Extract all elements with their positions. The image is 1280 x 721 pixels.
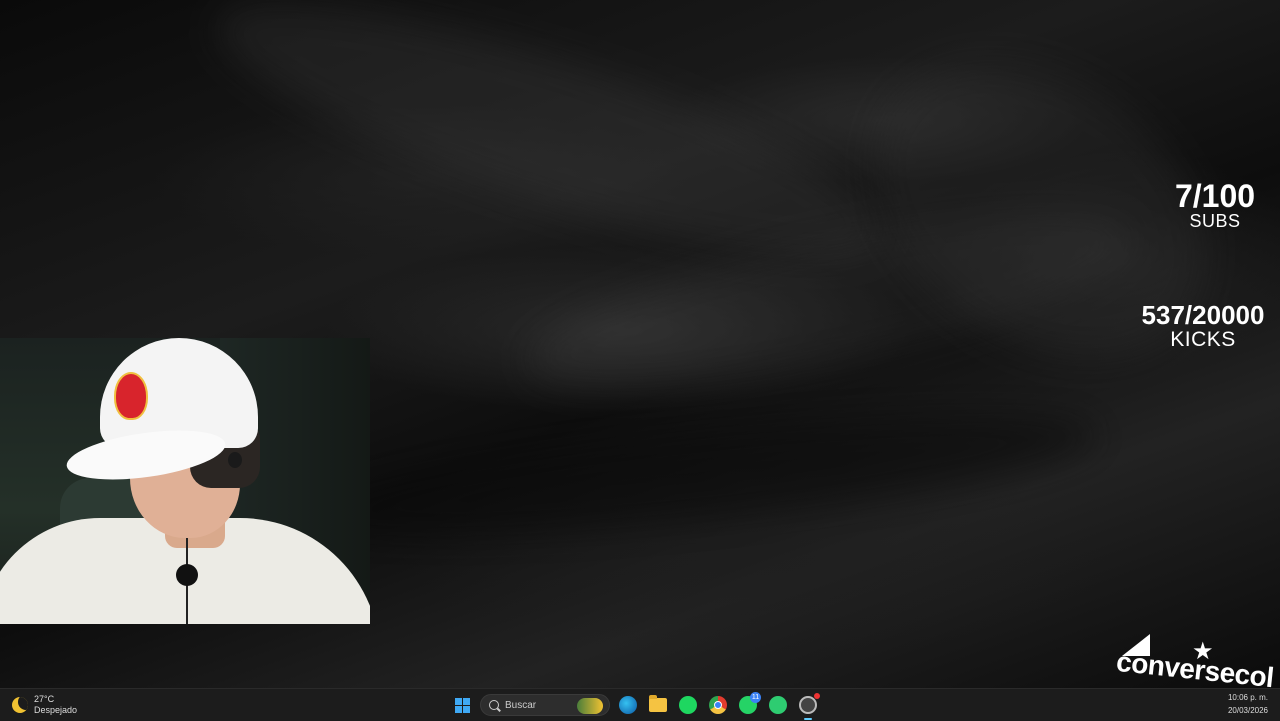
recording-dot-icon [814,693,820,699]
windows-icon [454,697,470,713]
search-input[interactable]: Buscar [480,694,610,716]
brand-text: conversecol [1114,645,1276,694]
obs-icon [799,693,820,714]
app-icon [769,696,787,714]
kicks-label: KICKS [1170,328,1236,351]
clock-time: 10:06 p. m. [1227,693,1268,702]
file-explorer-icon [649,695,667,712]
taskbar-chrome[interactable] [706,693,730,717]
search-highlight-icon [577,698,603,714]
kicks-counter: 537/20000 KICKS [1138,302,1268,351]
taskbar-edge[interactable] [616,693,640,717]
subs-counter: 7/100 SUBS [1160,180,1270,232]
taskbar: 27°C Despejado Buscar 11 10:06 p. m. 20/… [0,688,1280,721]
taskbar-whatsapp[interactable]: 11 [736,692,761,717]
notification-badge: 11 [750,692,761,703]
weather-temp: 27°C [34,694,55,704]
weather-widget[interactable]: 27°C Despejado [12,693,77,717]
system-clock[interactable]: 10:06 p. m. 20/03/2026 [1228,691,1268,717]
chrome-icon [709,696,727,714]
search-placeholder: Buscar [505,699,537,711]
webcam-overlay [0,338,370,624]
taskbar-spotify[interactable] [676,693,700,717]
whatsapp-icon: 11 [739,692,761,714]
clock-date: 20/03/2026 [1227,706,1268,715]
moon-icon [12,697,28,713]
weather-condition: Despejado [34,705,78,715]
taskbar-file-explorer[interactable] [646,693,670,717]
start-button[interactable] [450,693,474,717]
kicks-count: 537/20000 [1141,300,1265,330]
search-icon [489,700,499,710]
edge-icon [619,696,637,714]
taskbar-obs[interactable] [796,693,820,720]
spotify-icon [679,696,697,714]
taskbar-app[interactable] [766,693,790,717]
subs-count: 7/100 [1174,178,1256,214]
brand-logo: ★ conversecol [1112,632,1275,693]
subs-label: SUBS [1189,211,1241,231]
